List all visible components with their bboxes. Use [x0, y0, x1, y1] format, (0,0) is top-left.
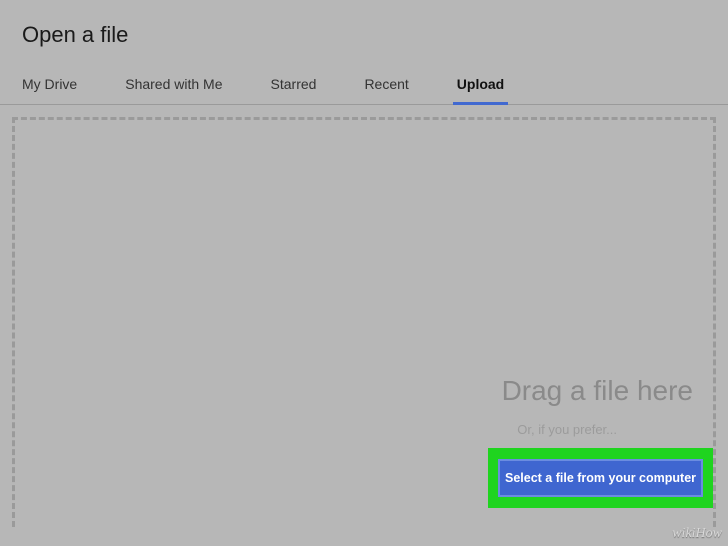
tabs-bar: My Drive Shared with Me Starred Recent U…	[0, 48, 728, 105]
tab-recent[interactable]: Recent	[364, 76, 408, 104]
dialog-title: Open a file	[0, 0, 728, 48]
watermark-text: wikiHow	[672, 526, 722, 542]
tab-shared-with-me[interactable]: Shared with Me	[125, 76, 222, 104]
highlight-annotation: Select a file from your computer	[488, 448, 713, 508]
select-file-button[interactable]: Select a file from your computer	[498, 459, 703, 497]
tab-my-drive[interactable]: My Drive	[22, 76, 77, 104]
drag-instruction-text: Drag a file here	[502, 375, 693, 407]
tab-starred[interactable]: Starred	[271, 76, 317, 104]
or-text: Or, if you prefer...	[517, 422, 617, 437]
tab-upload[interactable]: Upload	[457, 76, 504, 104]
